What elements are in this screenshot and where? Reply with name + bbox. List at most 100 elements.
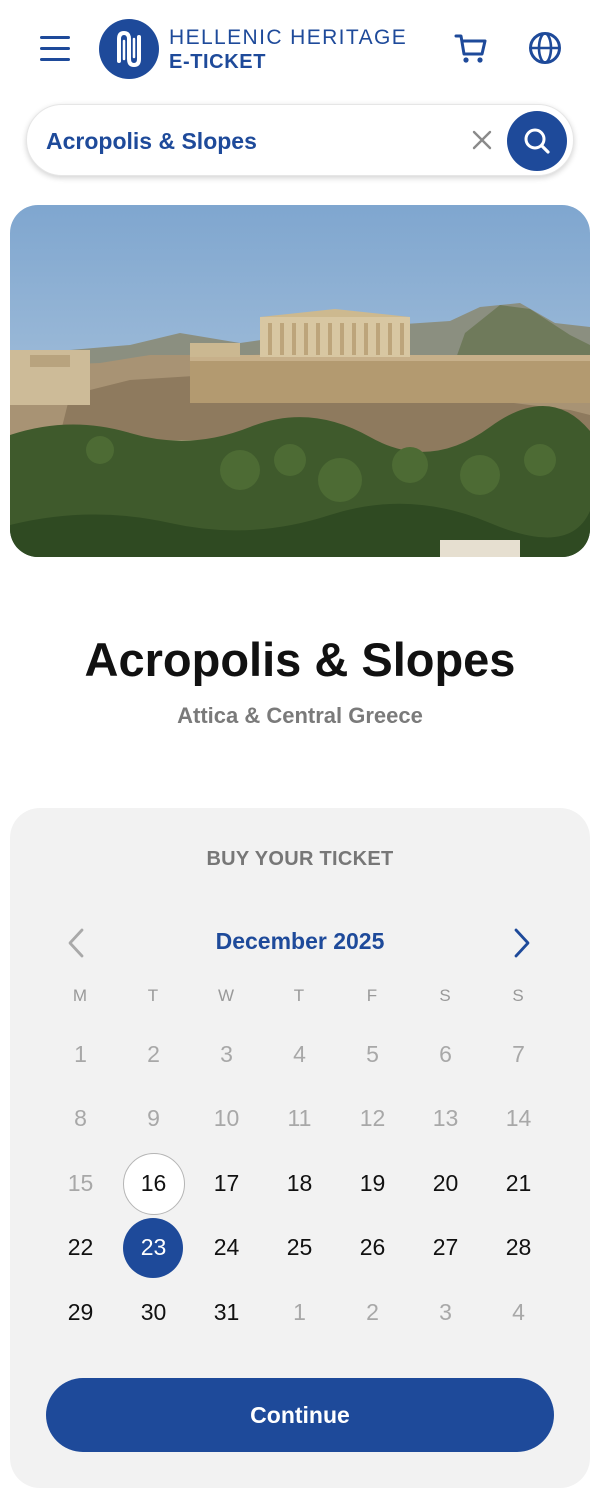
calendar-day[interactable]: 29 xyxy=(44,1280,117,1344)
calendar-week-row: 15 16 17 18 19 20 21 xyxy=(44,1151,555,1216)
calendar-month-label: December 2025 xyxy=(215,928,385,954)
calendar-day-number: 28 xyxy=(505,1234,532,1260)
calendar-day[interactable]: 17 xyxy=(190,1151,263,1215)
calendar-day-number: 5 xyxy=(366,1040,379,1067)
calendar-day-unavailable: 11 xyxy=(263,1087,336,1151)
calendar-day-number: 3 xyxy=(439,1298,452,1325)
calendar-day-number: 6 xyxy=(439,1040,452,1067)
search-bar xyxy=(26,104,574,176)
calendar-day[interactable]: 27 xyxy=(409,1216,482,1280)
calendar-day-number: 18 xyxy=(286,1169,313,1196)
calendar-day[interactable]: 18 xyxy=(263,1151,336,1215)
calendar-day-number: 26 xyxy=(359,1234,386,1260)
calendar-day-number: 15 xyxy=(67,1169,94,1196)
calendar-day[interactable]: 19 xyxy=(336,1151,409,1215)
calendar-day[interactable]: 25 xyxy=(263,1216,336,1280)
calendar-day-selected[interactable]: 23 xyxy=(117,1216,190,1280)
calendar-day-unavailable: 12 xyxy=(336,1087,409,1151)
calendar-day-number: 21 xyxy=(505,1169,532,1196)
logo-mark-icon[interactable] xyxy=(99,19,159,79)
calendar-day-unavailable: 6 xyxy=(409,1022,482,1086)
calendar-day[interactable]: 24 xyxy=(190,1216,263,1280)
calendar-day-today[interactable]: 16 xyxy=(117,1151,190,1215)
weekday-label: F xyxy=(366,986,379,1005)
calendar-day-number: 10 xyxy=(213,1105,240,1131)
calendar-day-number: 13 xyxy=(432,1105,459,1131)
calendar-day-unavailable: 3 xyxy=(190,1022,263,1086)
calendar-day-number: 16 xyxy=(140,1169,167,1196)
menu-icon[interactable] xyxy=(38,32,74,64)
calendar-day-number: 4 xyxy=(293,1040,306,1067)
weekday-label: T xyxy=(147,986,160,1005)
chevron-right-icon[interactable] xyxy=(506,925,536,961)
cart-icon[interactable] xyxy=(452,28,492,68)
calendar-week-row: 8 9 10 11 12 13 14 xyxy=(44,1087,555,1152)
calendar-day-unavailable: 13 xyxy=(409,1087,482,1151)
calendar-week-row: 22 23 24 25 26 27 28 xyxy=(44,1216,555,1281)
calendar-day-number: 2 xyxy=(366,1298,379,1325)
calendar-day-unavailable: 7 xyxy=(482,1022,555,1086)
calendar-day-number: 19 xyxy=(359,1169,386,1196)
calendar-day-unavailable: 9 xyxy=(117,1087,190,1151)
buy-ticket-card: BUY YOUR TICKET December 2025 M T W T F … xyxy=(10,808,590,1488)
calendar-day-number: 4 xyxy=(512,1298,525,1325)
calendar-day-unavailable: 14 xyxy=(482,1087,555,1151)
calendar-day[interactable]: 30 xyxy=(117,1280,190,1344)
card-heading: BUY YOUR TICKET xyxy=(206,848,394,870)
calendar-day-number: 22 xyxy=(67,1234,94,1260)
search-icon xyxy=(524,128,550,154)
logo-title: HELLENIC HERITAGE xyxy=(169,26,408,49)
calendar-day-number: 17 xyxy=(213,1169,240,1196)
calendar-day[interactable]: 22 xyxy=(44,1216,117,1280)
chevron-left-icon[interactable] xyxy=(62,925,92,961)
calendar-day-unavailable: 15 xyxy=(44,1151,117,1215)
calendar-day-unavailable: 1 xyxy=(263,1280,336,1344)
calendar-day-unavailable: 1 xyxy=(44,1022,117,1086)
calendar-day-number: 27 xyxy=(432,1234,459,1260)
calendar-day[interactable]: 31 xyxy=(190,1280,263,1344)
app-header: HELLENIC HERITAGE E-TICKET xyxy=(0,0,600,100)
calendar-day[interactable]: 21 xyxy=(482,1151,555,1215)
calendar-week-row: 1 2 3 4 5 6 7 xyxy=(44,1022,555,1087)
site-hero-image xyxy=(10,205,590,557)
site-region: Attica & Central Greece xyxy=(177,703,423,728)
calendar-day-unavailable: 4 xyxy=(482,1280,555,1344)
search-button[interactable] xyxy=(507,111,567,171)
calendar-day-unavailable: 8 xyxy=(44,1087,117,1151)
logo[interactable]: HELLENIC HERITAGE E-TICKET xyxy=(169,27,407,72)
weekday-label: S xyxy=(512,986,525,1005)
weekday-header: M T W T F S S xyxy=(44,986,555,1006)
calendar-day-number: 31 xyxy=(213,1298,240,1325)
calendar-day[interactable]: 28 xyxy=(482,1216,555,1280)
calendar-day-number: 1 xyxy=(74,1040,87,1067)
weekday-label: T xyxy=(293,986,306,1005)
calendar-day-number: 8 xyxy=(74,1105,87,1131)
calendar-day-unavailable: 10 xyxy=(190,1087,263,1151)
weekday-label: M xyxy=(72,986,89,1005)
globe-icon[interactable] xyxy=(525,28,565,68)
calendar-day[interactable]: 20 xyxy=(409,1151,482,1215)
weekday-label: S xyxy=(439,986,452,1005)
calendar-day-number: 3 xyxy=(220,1040,233,1067)
calendar-day[interactable]: 26 xyxy=(336,1216,409,1280)
calendar-day-number: 25 xyxy=(286,1234,313,1260)
calendar-day-number: 11 xyxy=(287,1105,312,1131)
continue-button[interactable]: Continue xyxy=(46,1378,554,1452)
page-title: Acropolis & Slopes xyxy=(84,633,516,686)
calendar-day-unavailable: 5 xyxy=(336,1022,409,1086)
logo-subtitle: E-TICKET xyxy=(169,51,267,73)
weekday-label: W xyxy=(217,986,236,1005)
calendar-day-number: 7 xyxy=(512,1040,525,1067)
calendar-day-number: 29 xyxy=(67,1298,94,1325)
calendar-day-number: 12 xyxy=(359,1105,386,1131)
calendar-day-number: 1 xyxy=(293,1298,306,1325)
calendar-day-number: 2 xyxy=(147,1040,160,1067)
close-icon[interactable] xyxy=(467,125,497,155)
calendar-day-unavailable: 4 xyxy=(263,1022,336,1086)
calendar-day-unavailable: 2 xyxy=(117,1022,190,1086)
search-input[interactable] xyxy=(46,119,466,163)
calendar-day-number: 24 xyxy=(213,1234,240,1260)
calendar-day-number: 14 xyxy=(505,1105,532,1131)
calendar-day-number: 20 xyxy=(432,1169,459,1196)
calendar-day-unavailable: 2 xyxy=(336,1280,409,1344)
